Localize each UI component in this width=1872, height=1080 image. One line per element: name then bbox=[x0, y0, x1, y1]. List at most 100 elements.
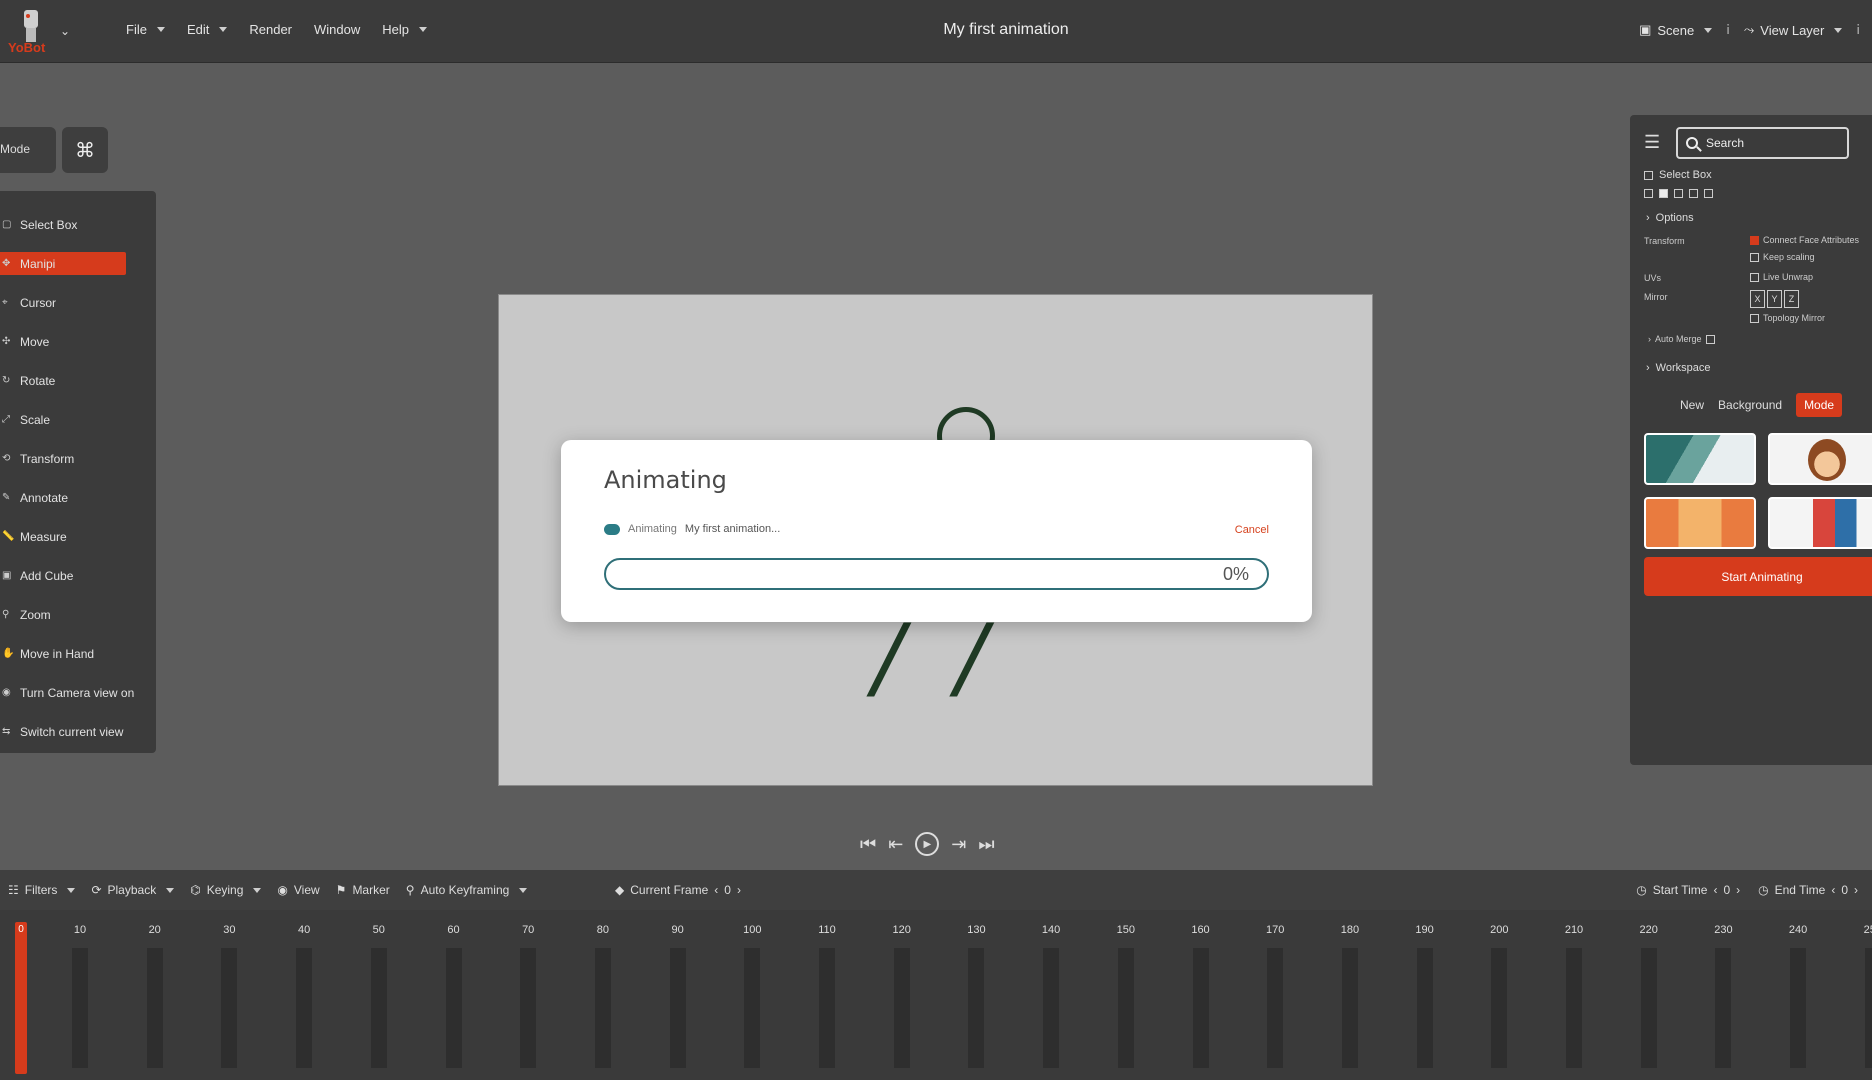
end-time-control[interactable]: ◷ End Time ‹ 0 › bbox=[1758, 883, 1858, 897]
playhead[interactable]: 0 bbox=[15, 922, 27, 1074]
end-time-value[interactable]: 0 bbox=[1841, 883, 1848, 897]
scene-info-icon[interactable]: ⅰ bbox=[1726, 22, 1730, 38]
checkbox[interactable] bbox=[1750, 252, 1759, 262]
mirror-axis-y[interactable]: Y bbox=[1767, 290, 1782, 308]
mirror-axis-x[interactable]: X bbox=[1750, 290, 1765, 308]
frame-number: 140 bbox=[1041, 924, 1061, 936]
tool-move[interactable]: ✣ Move bbox=[0, 322, 156, 361]
menu-edit[interactable]: Edit bbox=[187, 22, 228, 37]
menu-window[interactable]: Window bbox=[314, 22, 360, 37]
timeline-menu-auto-keyframing[interactable]: ⚲ Auto Keyframing bbox=[406, 883, 528, 897]
chevron-right-icon[interactable]: › bbox=[1854, 883, 1858, 897]
auto-merge-option[interactable]: › Auto Merge bbox=[1648, 334, 1715, 344]
tool-zoom[interactable]: ⚲ Zoom bbox=[0, 595, 156, 634]
tool-select-box[interactable]: ▢ Select Box bbox=[0, 205, 156, 244]
transform-icon: ⟲ bbox=[2, 453, 11, 464]
frame-column bbox=[445, 948, 462, 1068]
timeline-track[interactable]: 10 20 30 40 50 60 70 80 90 100 110 120 130 140 150 160 1… bbox=[0, 910, 1872, 1080]
chevron-down-icon bbox=[519, 887, 528, 893]
timeline-menu-filters[interactable]: ☷ Filters bbox=[8, 883, 76, 897]
timeline-menu-view[interactable]: ◉ View bbox=[277, 883, 319, 897]
timeline-menu-label: Keying bbox=[206, 883, 244, 897]
settings-sliders-icon[interactable]: ☰ bbox=[1644, 132, 1660, 153]
select-box-row[interactable]: Select Box bbox=[1644, 169, 1712, 181]
jump-start-icon[interactable]: ⏮ bbox=[860, 834, 876, 855]
app-logo[interactable]: YoBot bbox=[6, 6, 58, 56]
tool-annotate[interactable]: ✎ Annotate bbox=[0, 478, 156, 517]
tool-cursor[interactable]: ⌖ Cursor bbox=[0, 283, 156, 322]
start-time-value[interactable]: 0 bbox=[1723, 883, 1730, 897]
menu-file[interactable]: File bbox=[126, 22, 165, 37]
view-layer-info-icon[interactable]: ⅰ bbox=[1856, 22, 1860, 38]
checkbox-checked[interactable] bbox=[1750, 235, 1759, 245]
gizmo-toggle-button[interactable]: ⌘ bbox=[62, 127, 108, 173]
mirror-axis-z[interactable]: Z bbox=[1784, 290, 1799, 308]
scene-selector[interactable]: ▣ Scene bbox=[1639, 22, 1713, 38]
frame-column bbox=[520, 948, 537, 1068]
topology-mirror-option[interactable]: Topology Mirror bbox=[1750, 313, 1825, 323]
tool-label: Switch current view bbox=[20, 724, 124, 739]
chevron-left-icon[interactable]: ‹ bbox=[1831, 883, 1835, 897]
tool-hand[interactable]: ✋ Move in Hand bbox=[0, 634, 156, 673]
timeline-menu-playback[interactable]: ⟳ Playback bbox=[91, 883, 175, 897]
tab-mode[interactable]: Mode bbox=[1796, 393, 1843, 417]
frame-column bbox=[1715, 948, 1732, 1068]
tool-rotate[interactable]: ↻ Rotate bbox=[0, 361, 156, 400]
play-button[interactable]: ▶ bbox=[915, 832, 940, 856]
connect-face-option[interactable]: Connect Face Attributes bbox=[1750, 235, 1859, 245]
tab-background[interactable]: Background bbox=[1718, 398, 1782, 412]
live-unwrap-option[interactable]: Live Unwrap bbox=[1750, 272, 1813, 282]
cloud-upload-icon bbox=[604, 523, 620, 535]
mode-button[interactable]: Mode bbox=[0, 127, 56, 173]
start-time-control[interactable]: ◷ Start Time ‹ 0 › bbox=[1636, 883, 1740, 897]
template-thumbnail[interactable] bbox=[1644, 433, 1756, 485]
mode-subtract-icon[interactable] bbox=[1674, 189, 1683, 198]
search-input[interactable]: Search bbox=[1676, 127, 1849, 159]
logo-chevron-down-icon[interactable]: ⌄ bbox=[60, 24, 70, 38]
checkbox[interactable] bbox=[1750, 313, 1759, 323]
jump-end-icon[interactable]: ⏭ bbox=[978, 834, 994, 855]
keep-scaling-option[interactable]: Keep scaling bbox=[1750, 252, 1815, 262]
workspace-toggle[interactable]: › Workspace bbox=[1646, 362, 1711, 374]
mode-invert-icon[interactable] bbox=[1689, 189, 1698, 198]
tool-transform[interactable]: ⟲ Transform bbox=[0, 439, 156, 478]
checkbox[interactable] bbox=[1750, 272, 1759, 282]
checkbox[interactable] bbox=[1705, 334, 1715, 344]
next-keyframe-icon[interactable]: ⇥ bbox=[951, 834, 966, 855]
mode-new-icon[interactable] bbox=[1644, 189, 1653, 198]
scale-icon: ⤢ bbox=[2, 414, 10, 425]
view-layer-selector[interactable]: ⤳ View Layer bbox=[1744, 22, 1843, 38]
cancel-button[interactable]: Cancel bbox=[1235, 524, 1269, 536]
chevron-left-icon[interactable]: ‹ bbox=[714, 883, 718, 897]
tool-switch-view[interactable]: ⇆ Switch current view bbox=[0, 712, 156, 751]
menu-help[interactable]: Help bbox=[382, 22, 427, 37]
select-box-icon: ▢ bbox=[2, 219, 12, 230]
chevron-right-icon[interactable]: › bbox=[1736, 883, 1740, 897]
uvs-label: UVs bbox=[1644, 273, 1662, 283]
timeline-menu-marker[interactable]: ⚑ Marker bbox=[336, 883, 390, 897]
template-thumbnail[interactable] bbox=[1768, 433, 1872, 485]
current-frame-control[interactable]: ◆ Current Frame ‹ 0 › bbox=[615, 883, 741, 897]
current-frame-value[interactable]: 0 bbox=[724, 883, 731, 897]
start-animating-button[interactable]: Start Animating bbox=[1644, 557, 1872, 596]
options-toggle[interactable]: › Options bbox=[1646, 212, 1694, 224]
tool-manipulate[interactable]: ✥ Manipi bbox=[0, 244, 156, 283]
menu-render[interactable]: Render bbox=[249, 22, 292, 37]
tool-measure[interactable]: 📏 Measure bbox=[0, 517, 156, 556]
tool-camera[interactable]: ◉ Turn Camera view on bbox=[0, 673, 156, 712]
frame-column bbox=[669, 948, 686, 1068]
tool-scale[interactable]: ⤢ Scale bbox=[0, 400, 156, 439]
animating-dialog: Animating Animating My first animation..… bbox=[561, 440, 1312, 622]
zoom-icon: ⚲ bbox=[2, 609, 10, 620]
chevron-right-icon[interactable]: › bbox=[737, 883, 741, 897]
mode-intersect-icon[interactable] bbox=[1704, 189, 1713, 198]
template-thumbnail[interactable] bbox=[1644, 497, 1756, 549]
prev-keyframe-icon[interactable]: ⇤ bbox=[888, 834, 903, 855]
connect-label: Connect Face Attributes bbox=[1763, 235, 1860, 245]
tab-new[interactable]: New bbox=[1680, 398, 1704, 412]
timeline-menu-keying[interactable]: ⌬ Keying bbox=[190, 883, 262, 897]
mode-extend-icon[interactable] bbox=[1659, 189, 1668, 198]
template-thumbnail[interactable] bbox=[1768, 497, 1872, 549]
tool-add-cube[interactable]: ▣ Add Cube bbox=[0, 556, 156, 595]
chevron-left-icon[interactable]: ‹ bbox=[1713, 883, 1717, 897]
